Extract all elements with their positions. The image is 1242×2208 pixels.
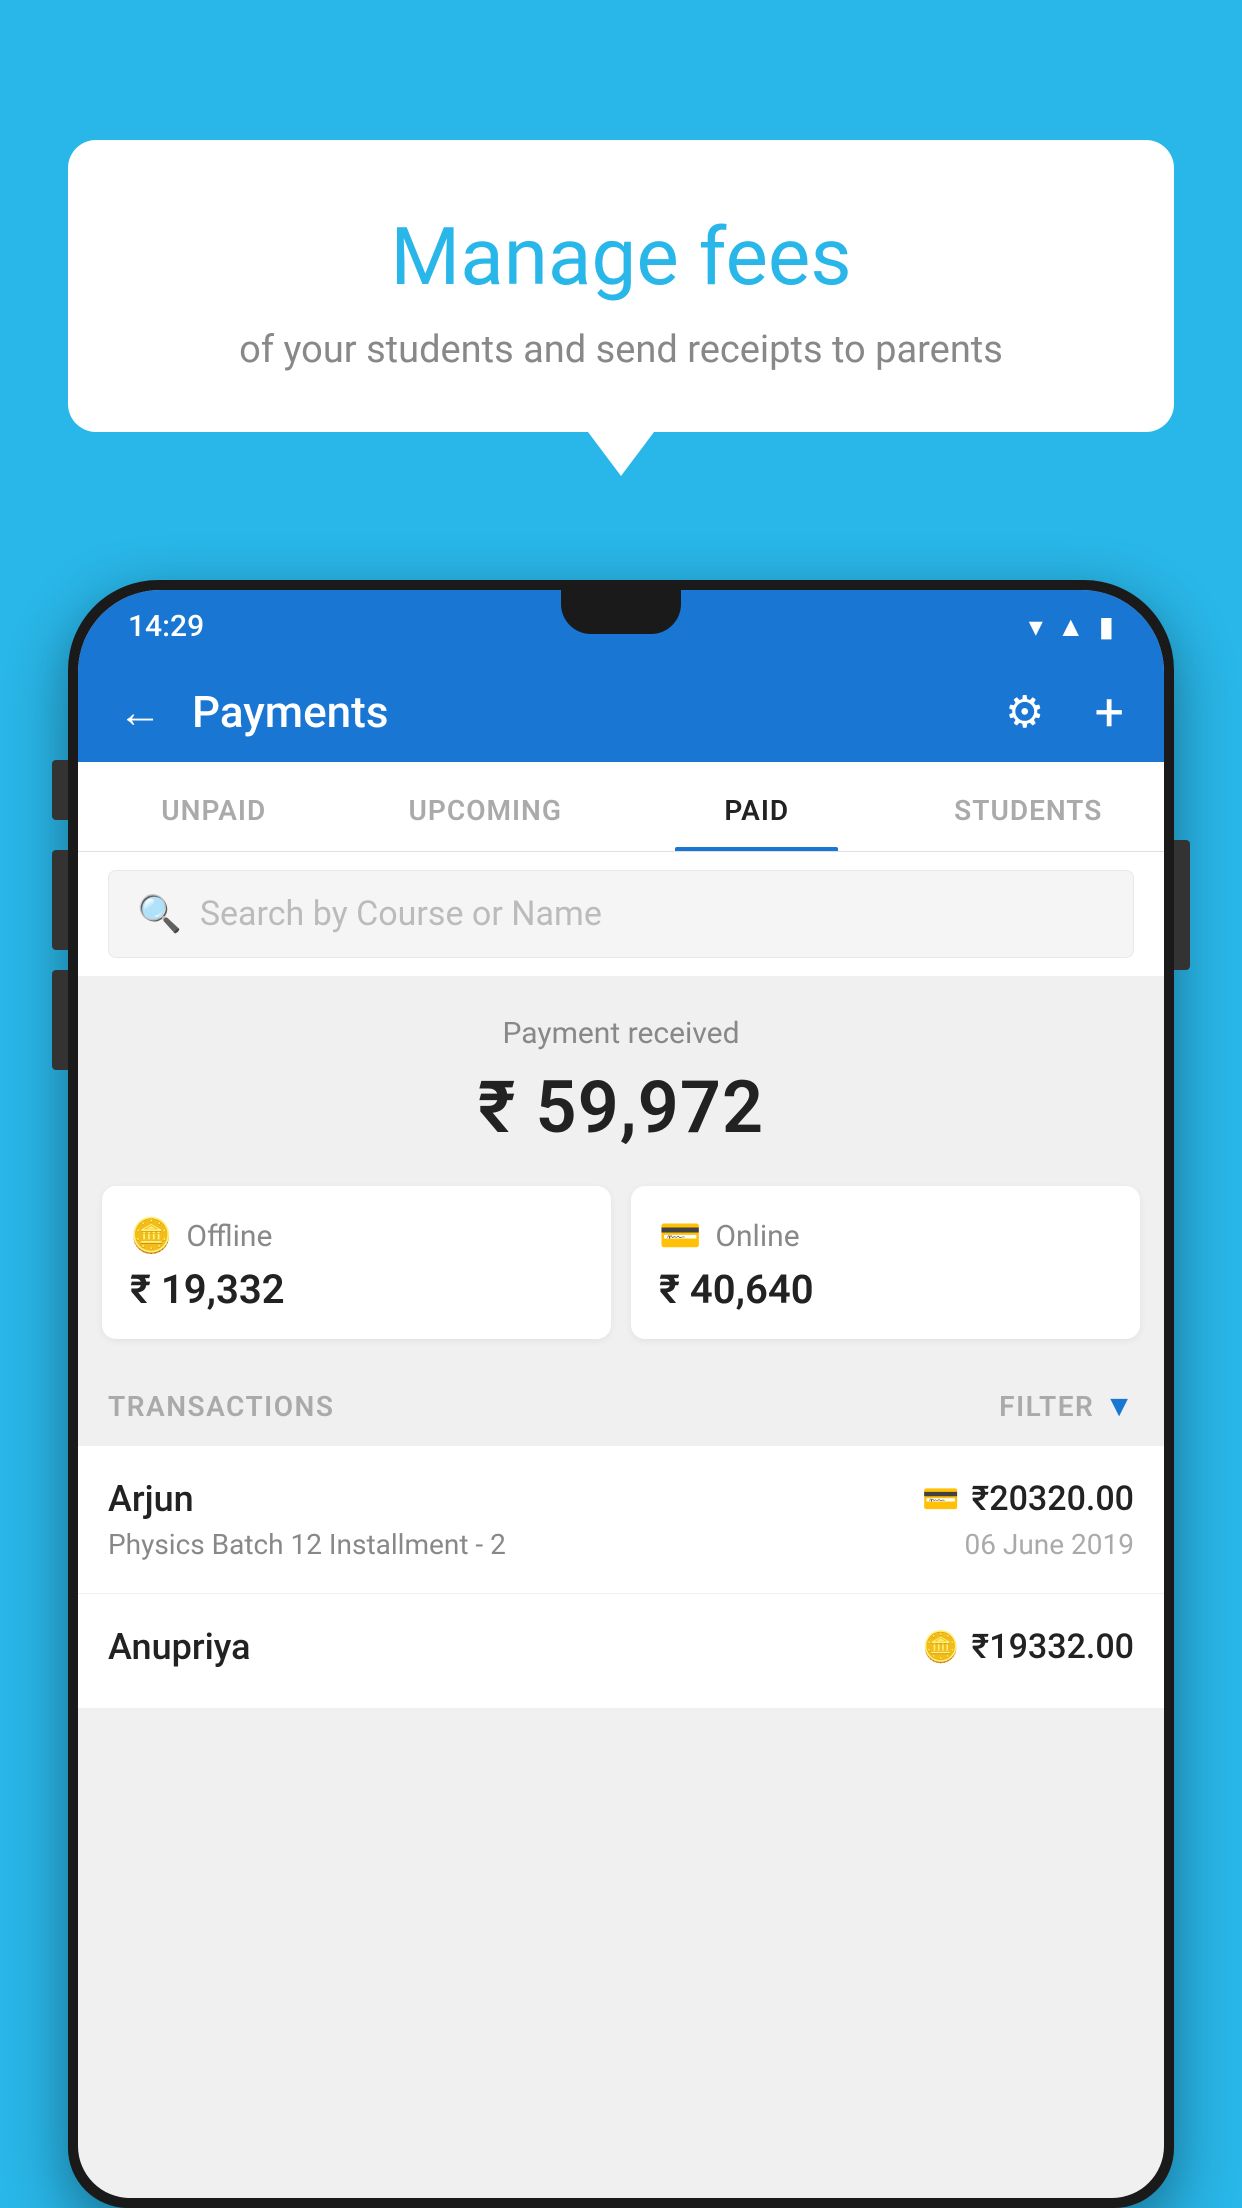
online-label: Online	[715, 1219, 799, 1254]
tab-students[interactable]: STUDENTS	[893, 762, 1165, 851]
transactions-header: TRANSACTIONS FILTER ▼	[78, 1367, 1164, 1446]
tab-unpaid[interactable]: UNPAID	[78, 762, 350, 851]
total-amount: ₹ 59,972	[108, 1065, 1134, 1150]
transaction-row[interactable]: Anupriya 🪙 ₹19332.00	[78, 1594, 1164, 1709]
transaction-amount-row: 💳 ₹20320.00	[922, 1479, 1134, 1519]
phone-screen: 14:29 ▾ ▲ ▮ ← Payments ⚙ + UNPAID UPCOMI…	[78, 590, 1164, 2198]
speech-bubble-card: Manage fees of your students and send re…	[68, 140, 1174, 432]
back-button[interactable]: ←	[118, 686, 162, 738]
online-card: 💳 Online ₹ 40,640	[631, 1186, 1140, 1339]
filter-label: FILTER	[999, 1390, 1094, 1423]
tab-upcoming[interactable]: UPCOMING	[350, 762, 622, 851]
bubble-subtitle: of your students and send receipts to pa…	[128, 328, 1114, 372]
transactions-label: TRANSACTIONS	[108, 1390, 334, 1423]
filter-row[interactable]: FILTER ▼	[999, 1389, 1134, 1424]
speech-bubble-section: Manage fees of your students and send re…	[68, 140, 1174, 432]
transaction-row[interactable]: Arjun 💳 ₹20320.00 Physics Batch 12 Insta…	[78, 1446, 1164, 1594]
camera-notch	[561, 590, 681, 634]
transaction-amount-2: ₹19332.00	[972, 1627, 1134, 1667]
offline-label: Offline	[186, 1219, 272, 1254]
bubble-title: Manage fees	[128, 210, 1114, 304]
cash-payment-icon: 🪙	[922, 1630, 959, 1665]
tab-paid[interactable]: PAID	[621, 762, 893, 851]
settings-button[interactable]: ⚙	[1005, 686, 1044, 738]
search-icon: 🔍	[137, 893, 182, 935]
payment-cards-row: 🪙 Offline ₹ 19,332 💳 Online ₹ 40,640	[78, 1186, 1164, 1367]
status-bar: 14:29 ▾ ▲ ▮	[78, 590, 1164, 662]
offline-payment-icon: 🪙	[130, 1216, 172, 1256]
phone-frame: 14:29 ▾ ▲ ▮ ← Payments ⚙ + UNPAID UPCOMI…	[68, 580, 1174, 2208]
online-amount: ₹ 40,640	[659, 1266, 1112, 1313]
transaction-course: Physics Batch 12 Installment - 2	[108, 1528, 506, 1561]
card-payment-icon: 💳	[922, 1482, 959, 1517]
transaction-date: 06 June 2019	[964, 1528, 1134, 1561]
offline-card: 🪙 Offline ₹ 19,332	[102, 1186, 611, 1339]
status-time: 14:29	[128, 609, 204, 644]
tab-bar: UNPAID UPCOMING PAID STUDENTS	[78, 762, 1164, 852]
battery-icon: ▮	[1099, 610, 1114, 643]
signal-icon: ▲	[1057, 610, 1085, 643]
payment-summary: Payment received ₹ 59,972	[78, 976, 1164, 1186]
offline-amount: ₹ 19,332	[130, 1266, 583, 1313]
transaction-name-2: Anupriya	[108, 1626, 251, 1668]
online-payment-icon: 💳	[659, 1216, 701, 1256]
header-title: Payments	[192, 686, 975, 738]
filter-icon: ▼	[1104, 1389, 1134, 1424]
payment-received-label: Payment received	[108, 1016, 1134, 1051]
search-container: 🔍 Search by Course or Name	[78, 852, 1164, 976]
transaction-name: Arjun	[108, 1478, 194, 1520]
transaction-amount: ₹20320.00	[972, 1479, 1134, 1519]
transaction-amount-row-2: 🪙 ₹19332.00	[922, 1627, 1134, 1667]
search-bar[interactable]: 🔍 Search by Course or Name	[108, 870, 1134, 958]
search-input[interactable]: Search by Course or Name	[200, 894, 602, 934]
wifi-icon: ▾	[1029, 610, 1043, 643]
add-button[interactable]: +	[1094, 682, 1124, 743]
status-icons: ▾ ▲ ▮	[1029, 610, 1114, 643]
app-header: ← Payments ⚙ +	[78, 662, 1164, 762]
transaction-list: Arjun 💳 ₹20320.00 Physics Batch 12 Insta…	[78, 1446, 1164, 1709]
